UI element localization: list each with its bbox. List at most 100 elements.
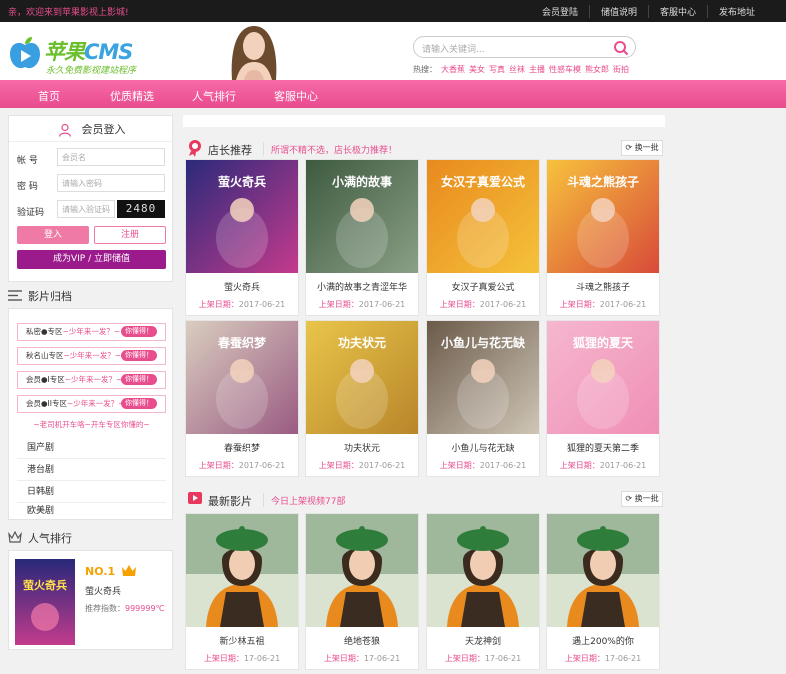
movie-card[interactable]: 斗魂之熊孩子 斗魂之熊孩子 上架日期：2017-06-21: [546, 159, 660, 316]
vip-zone-item[interactable]: 秋名山专区~少年来一发？~ 你懂得！: [17, 347, 166, 365]
movie-title[interactable]: 遇上200%的你: [547, 634, 659, 647]
search-input[interactable]: 请输入关键词...: [422, 42, 485, 55]
movie-title[interactable]: 女汉子真爱公式: [427, 280, 539, 293]
nav-service[interactable]: 客服中心: [274, 88, 318, 104]
movie-poster[interactable]: 女汉子真爱公式: [427, 160, 539, 273]
refresh-button[interactable]: ⟳ 换一批: [621, 491, 663, 507]
movie-poster[interactable]: 斗魂之熊孩子: [547, 160, 659, 273]
poster-title: 斗魂之熊孩子: [567, 174, 639, 189]
poster-title: 女汉子真爱公式: [441, 174, 525, 189]
movie-poster[interactable]: [186, 514, 298, 627]
hot-word[interactable]: 大香蕉: [441, 65, 465, 74]
movie-card[interactable]: 功夫状元 功夫状元 上架日期：2017-06-21: [305, 320, 419, 477]
movie-poster[interactable]: 萤火奇兵: [186, 160, 298, 273]
movie-title[interactable]: 功夫状元: [306, 441, 418, 454]
top-link-service[interactable]: 客服中心: [647, 5, 707, 18]
vip-zone-item[interactable]: 会员●I专区~少年来一发？~ 你懂得！: [17, 371, 166, 389]
rank-score: 推荐指数：999999℃: [85, 604, 165, 613]
register-button[interactable]: 注册: [94, 226, 166, 244]
captcha-image[interactable]: 2480: [117, 200, 165, 218]
movie-title[interactable]: 小满的故事之青涩年华: [306, 280, 418, 293]
movie-date: 上架日期：2017-06-21: [318, 461, 406, 470]
search-box[interactable]: 请输入关键词...: [413, 36, 636, 58]
captcha-field[interactable]: 请输入验证码: [57, 200, 115, 218]
movie-title[interactable]: 天龙神剑: [427, 634, 539, 647]
movie-title[interactable]: 绝地苍狼: [306, 634, 418, 647]
movie-poster[interactable]: 狐狸的夏天: [547, 321, 659, 434]
search-icon[interactable]: [613, 40, 629, 56]
password-field[interactable]: 请输入密码: [57, 174, 165, 192]
movie-card[interactable]: 新少林五祖 上架日期：17-06-21: [185, 513, 299, 670]
login-button[interactable]: 登入: [17, 226, 89, 244]
category-item[interactable]: 日韩剧: [17, 481, 166, 503]
hot-word[interactable]: 丝袜: [509, 65, 525, 74]
top-link-login[interactable]: 会员登陆: [531, 5, 589, 18]
movie-poster[interactable]: [427, 514, 539, 627]
movie-poster[interactable]: [547, 514, 659, 627]
hot-word[interactable]: 熊女郎: [585, 65, 609, 74]
username-field[interactable]: 会员名: [57, 148, 165, 166]
hot-search: 热搜： 大香蕉 美女 写真 丝袜 主播 性感车模 熊女郎 街拍: [413, 64, 629, 75]
movie-card[interactable]: 天龙神剑 上架日期：17-06-21: [426, 513, 540, 670]
top-link-recharge[interactable]: 储值说明: [588, 5, 648, 18]
ranking-title: 人气排行: [28, 532, 72, 545]
ranking-poster[interactable]: 萤火奇兵: [15, 559, 75, 645]
movie-date: 上架日期：2017-06-21: [559, 461, 647, 470]
captcha-label: 验证码: [17, 208, 45, 218]
movie-card[interactable]: 女汉子真爱公式 女汉子真爱公式 上架日期：2017-06-21: [426, 159, 540, 316]
movie-date: 上架日期：2017-06-21: [559, 300, 647, 309]
movie-date: 上架日期：2017-06-21: [198, 300, 286, 309]
latest-title: 最新影片: [208, 495, 252, 508]
hot-word[interactable]: 性感车模: [549, 65, 581, 74]
refresh-button[interactable]: ⟳ 换一批: [621, 140, 663, 156]
movie-title[interactable]: 新少林五祖: [186, 634, 298, 647]
movie-title[interactable]: 萤火奇兵: [186, 280, 298, 293]
category-item[interactable]: 欧美剧: [17, 503, 166, 519]
movie-poster[interactable]: 春蚕织梦: [186, 321, 298, 434]
site-logo[interactable]: 苹果CMS 永久免费影视建站程序: [8, 34, 168, 82]
recommend-header: 店长推荐 所谓不精不选，店长极力推荐！ ⟳ 换一批: [183, 132, 665, 162]
movie-card[interactable]: 小满的故事 小满的故事之青涩年华 上架日期：2017-06-21: [305, 159, 419, 316]
recommend-subtitle: 所谓不精不选，店长极力推荐！: [271, 146, 398, 156]
hot-word[interactable]: 写真: [489, 65, 505, 74]
movie-title[interactable]: 小鱼儿与花无缺: [427, 441, 539, 454]
ranking-panel: 萤火奇兵 NO.1 萤火奇兵 推荐指数：999999℃: [8, 550, 173, 650]
category-item[interactable]: 国产剧: [17, 437, 166, 459]
nav-featured[interactable]: 优质精选: [110, 88, 154, 104]
user-icon: [58, 123, 71, 137]
rank-movie-name[interactable]: 萤火奇兵: [85, 584, 121, 597]
category-item[interactable]: 港台剧: [17, 459, 166, 481]
logo-slogan: 永久免费影视建站程序: [46, 66, 137, 76]
hot-word[interactable]: 美女: [469, 65, 485, 74]
hot-word[interactable]: 街拍: [613, 65, 629, 74]
top-link-address[interactable]: 发布地址: [706, 5, 766, 18]
vip-zone-item[interactable]: 会员●II专区~少年来一发？~ 你懂得！: [17, 395, 166, 413]
movie-card[interactable]: 遇上200%的你 上架日期：17-06-21: [546, 513, 660, 670]
hot-word[interactable]: 主播: [529, 65, 545, 74]
category-header: 影片归档: [8, 282, 173, 308]
nav-popular[interactable]: 人气排行: [192, 88, 236, 104]
vip-zone-item[interactable]: 私密●专区~少年来一发？~ 你懂得！: [17, 323, 166, 341]
movie-poster[interactable]: 小鱼儿与花无缺: [427, 321, 539, 434]
movie-card[interactable]: 萤火奇兵 萤火奇兵 上架日期：2017-06-21: [185, 159, 299, 316]
movie-title[interactable]: 斗魂之熊孩子: [547, 280, 659, 293]
poster-title: 小鱼儿与花无缺: [441, 335, 526, 350]
svg-text:萤火奇兵: 萤火奇兵: [23, 578, 67, 592]
vip-note[interactable]: ~老司机开车咯~开车专区你懂的~: [17, 417, 166, 433]
movie-title[interactable]: 春蚕织梦: [186, 441, 298, 454]
movie-card[interactable]: 小鱼儿与花无缺 小鱼儿与花无缺上架日期：2017-06-21: [426, 320, 540, 477]
vip-button[interactable]: 成为VIP / 立即储值: [17, 250, 166, 269]
movie-poster[interactable]: 小满的故事: [306, 160, 418, 273]
divider: [263, 142, 264, 156]
nav-home[interactable]: 首页: [38, 88, 60, 104]
movie-card[interactable]: 春蚕织梦 春蚕织梦 上架日期：2017-06-21: [185, 320, 299, 477]
movie-title[interactable]: 狐狸的夏天第二季: [547, 441, 659, 454]
divider: [263, 493, 264, 507]
movie-poster[interactable]: [306, 514, 418, 627]
movie-date: 上架日期：2017-06-21: [439, 461, 527, 470]
movie-date: 上架日期：17-06-21: [323, 654, 401, 663]
movie-card[interactable]: 绝地苍狼上架日期：17-06-21: [305, 513, 419, 670]
movie-poster[interactable]: 功夫状元: [306, 321, 418, 434]
vip-tag: 你懂得！: [121, 398, 157, 409]
movie-card[interactable]: 狐狸的夏天狐狸的夏天第二季上架日期：2017-06-21: [546, 320, 660, 477]
